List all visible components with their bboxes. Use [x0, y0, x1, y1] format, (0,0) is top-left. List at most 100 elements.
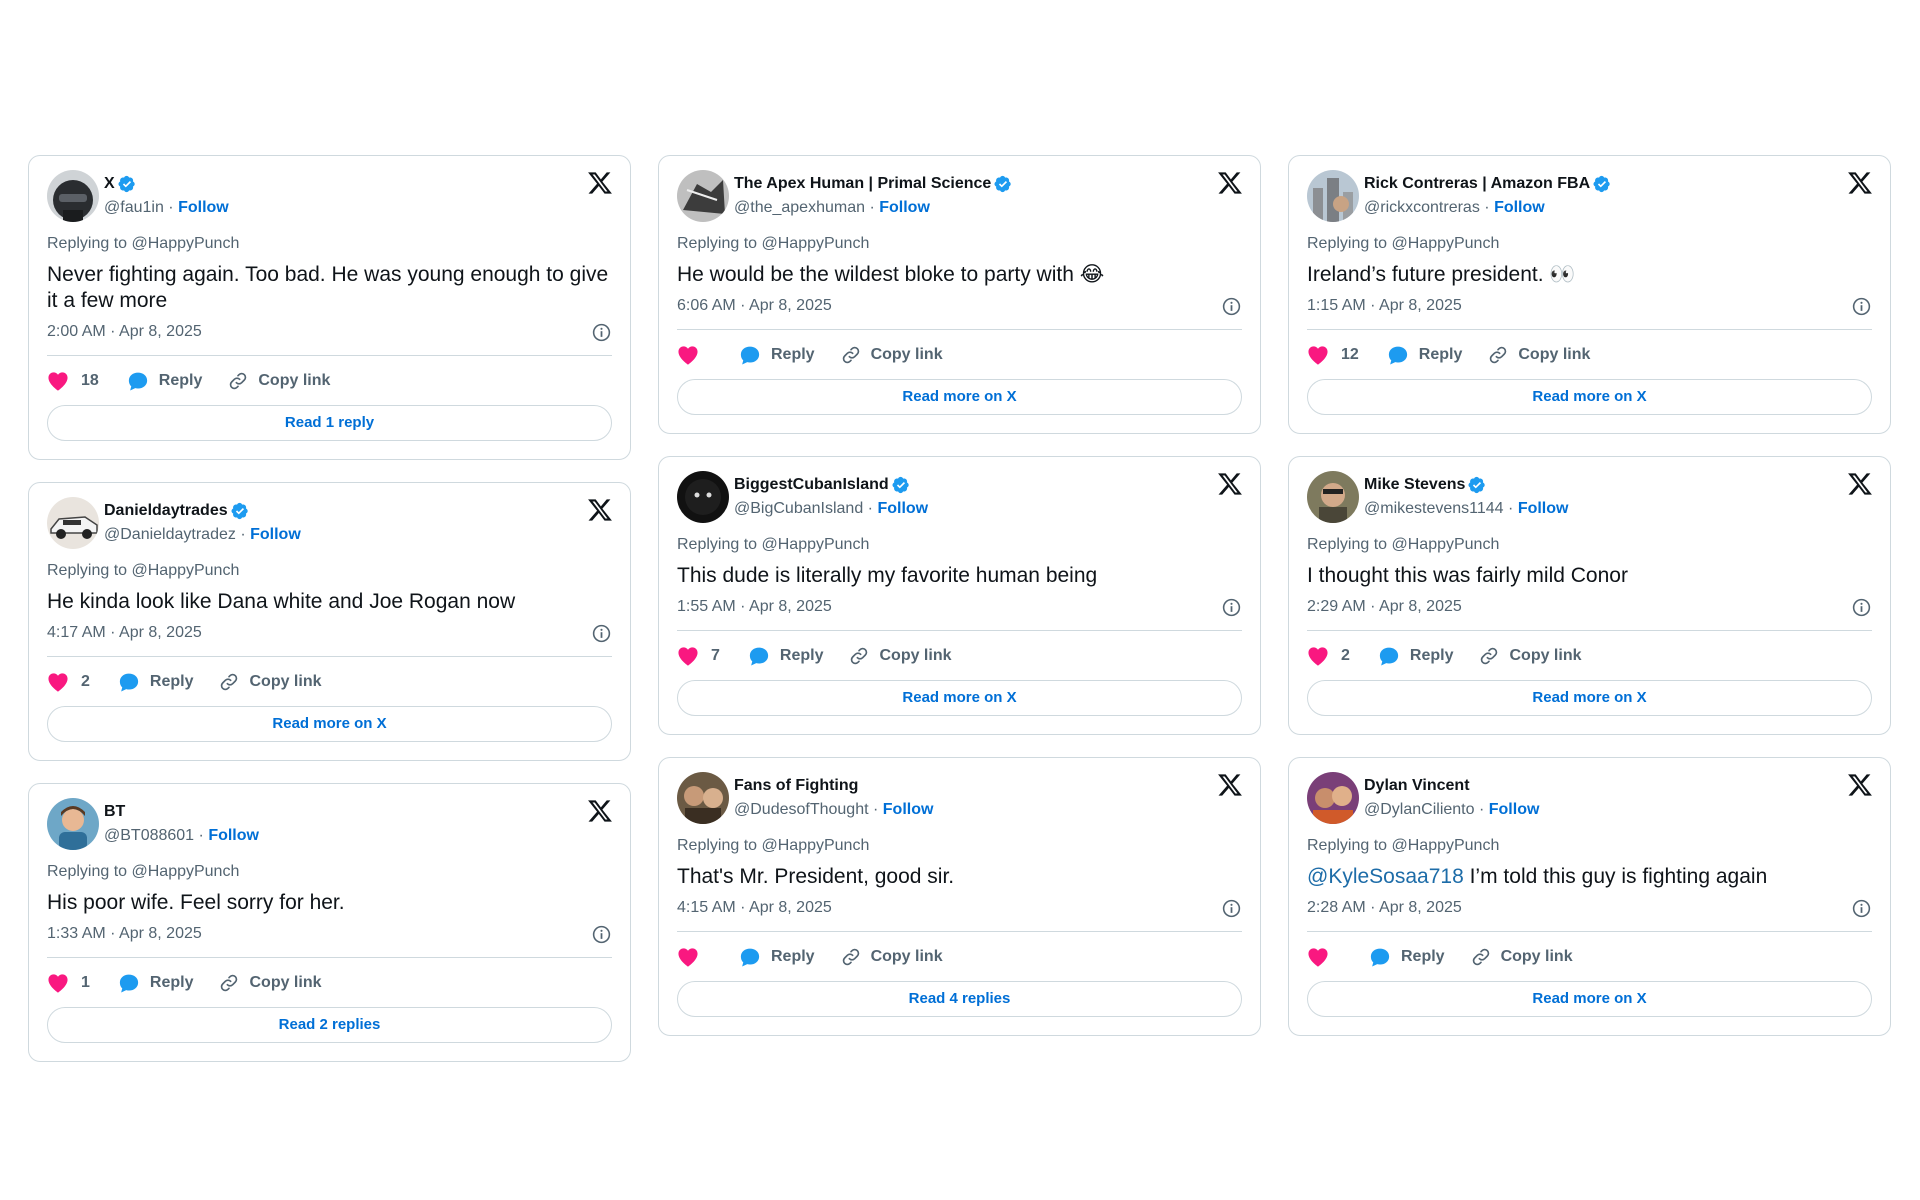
timestamp[interactable]: 2:00 AM · Apr 8, 2025 [47, 323, 202, 341]
info-icon[interactable] [1221, 296, 1242, 317]
like-button[interactable]: 1 [47, 973, 90, 993]
read-more-button[interactable]: Read more on X [677, 379, 1242, 415]
timestamp[interactable]: 4:17 AM · Apr 8, 2025 [47, 624, 202, 642]
copy-link-button[interactable]: Copy link [219, 973, 322, 993]
copy-link-button[interactable]: Copy link [841, 345, 943, 365]
tweet-card[interactable]: BT @BT088601 · Follow Replying to @Happy… [28, 783, 631, 1062]
author-name[interactable]: BT [104, 803, 125, 821]
author-name[interactable]: Danieldaytrades [104, 502, 228, 520]
avatar[interactable] [1307, 771, 1359, 824]
author-handle[interactable]: @the_apexhuman [734, 199, 865, 216]
info-icon[interactable] [1851, 296, 1872, 317]
info-icon[interactable] [1221, 597, 1242, 618]
reply-button[interactable]: Reply [127, 371, 202, 392]
author-name[interactable]: Mike Stevens [1364, 476, 1465, 494]
follow-button[interactable]: Follow [1494, 199, 1545, 216]
author-handle[interactable]: @BigCubanIsland [734, 500, 863, 517]
tweet-card[interactable]: Fans of Fighting @DudesofThought · Follo… [658, 757, 1261, 1036]
tweet-card[interactable]: Dylan Vincent @DylanCiliento · Follow Re… [1288, 757, 1891, 1036]
author-name[interactable]: BiggestCubanIsland [734, 476, 889, 494]
read-more-button[interactable]: Read more on X [677, 680, 1242, 716]
info-icon[interactable] [591, 623, 612, 644]
like-button[interactable]: 12 [1307, 345, 1359, 365]
timestamp[interactable]: 1:55 AM · Apr 8, 2025 [677, 598, 832, 616]
author-name[interactable]: Dylan Vincent [1364, 777, 1470, 795]
read-more-button[interactable]: Read 4 replies [677, 981, 1242, 1017]
reply-button[interactable]: Reply [1387, 345, 1462, 366]
x-logo-icon[interactable] [587, 798, 613, 824]
info-icon[interactable] [591, 924, 612, 945]
reply-button[interactable]: Reply [739, 947, 815, 968]
timestamp[interactable]: 1:33 AM · Apr 8, 2025 [47, 925, 202, 943]
info-icon[interactable] [591, 322, 612, 343]
follow-button[interactable]: Follow [208, 827, 259, 844]
avatar[interactable] [677, 771, 729, 824]
reply-button[interactable]: Reply [748, 646, 823, 667]
avatar[interactable] [677, 470, 729, 523]
copy-link-button[interactable]: Copy link [228, 371, 330, 391]
x-logo-icon[interactable] [1847, 772, 1873, 798]
mention-link[interactable]: @KyleSosaa718 [1307, 865, 1464, 888]
copy-link-button[interactable]: Copy link [1479, 646, 1582, 666]
author-handle[interactable]: @Danieldaytradez [104, 526, 236, 543]
read-more-button[interactable]: Read more on X [1307, 981, 1872, 1017]
author-name[interactable]: The Apex Human | Primal Science [734, 175, 991, 193]
info-icon[interactable] [1851, 597, 1872, 618]
author-handle[interactable]: @DudesofThought [734, 801, 869, 818]
timestamp[interactable]: 4:15 AM · Apr 8, 2025 [677, 899, 832, 917]
author-name[interactable]: Fans of Fighting [734, 777, 858, 795]
avatar[interactable] [47, 169, 99, 222]
x-logo-icon[interactable] [1847, 471, 1873, 497]
tweet-card[interactable]: X @fau1in · Follow Replying to @HappyPun… [28, 155, 631, 460]
timestamp[interactable]: 2:29 AM · Apr 8, 2025 [1307, 598, 1462, 616]
like-button[interactable]: 18 [47, 371, 99, 391]
info-icon[interactable] [1851, 898, 1872, 919]
reply-button[interactable]: Reply [118, 973, 193, 994]
tweet-card[interactable]: The Apex Human | Primal Science @the_ape… [658, 155, 1261, 434]
like-button[interactable]: 7 [677, 646, 720, 666]
author-name[interactable]: X [104, 175, 115, 193]
info-icon[interactable] [1221, 898, 1242, 919]
like-button[interactable] [677, 947, 711, 967]
x-logo-icon[interactable] [1217, 772, 1243, 798]
author-handle[interactable]: @DylanCiliento [1364, 801, 1475, 818]
like-button[interactable] [1307, 947, 1341, 967]
read-more-button[interactable]: Read more on X [1307, 680, 1872, 716]
avatar[interactable] [47, 496, 99, 549]
follow-button[interactable]: Follow [250, 526, 301, 543]
copy-link-button[interactable]: Copy link [219, 672, 322, 692]
read-more-button[interactable]: Read more on X [1307, 379, 1872, 415]
like-button[interactable] [677, 345, 711, 365]
read-more-button[interactable]: Read 1 reply [47, 405, 612, 441]
copy-link-button[interactable]: Copy link [1488, 345, 1590, 365]
timestamp[interactable]: 6:06 AM · Apr 8, 2025 [677, 297, 832, 315]
x-logo-icon[interactable] [1217, 170, 1243, 196]
author-name[interactable]: Rick Contreras | Amazon FBA [1364, 175, 1590, 193]
like-button[interactable]: 2 [47, 672, 90, 692]
x-logo-icon[interactable] [587, 170, 613, 196]
author-handle[interactable]: @rickxcontreras [1364, 199, 1480, 216]
author-handle[interactable]: @mikestevens1144 [1364, 500, 1504, 517]
avatar[interactable] [1307, 470, 1359, 523]
reply-button[interactable]: Reply [118, 672, 193, 693]
author-handle[interactable]: @fau1in [104, 199, 164, 216]
author-handle[interactable]: @BT088601 [104, 827, 194, 844]
follow-button[interactable]: Follow [1518, 500, 1569, 517]
reply-button[interactable]: Reply [1378, 646, 1453, 667]
x-logo-icon[interactable] [1847, 170, 1873, 196]
x-logo-icon[interactable] [587, 497, 613, 523]
timestamp[interactable]: 1:15 AM · Apr 8, 2025 [1307, 297, 1462, 315]
avatar[interactable] [47, 797, 99, 850]
tweet-card[interactable]: Danieldaytrades @Danieldaytradez · Follo… [28, 482, 631, 761]
tweet-card[interactable]: BiggestCubanIsland @BigCubanIsland · Fol… [658, 456, 1261, 735]
avatar[interactable] [1307, 169, 1359, 222]
reply-button[interactable]: Reply [739, 345, 815, 366]
read-more-button[interactable]: Read more on X [47, 706, 612, 742]
read-more-button[interactable]: Read 2 replies [47, 1007, 612, 1043]
reply-button[interactable]: Reply [1369, 947, 1445, 968]
follow-button[interactable]: Follow [1489, 801, 1540, 818]
follow-button[interactable]: Follow [879, 199, 930, 216]
timestamp[interactable]: 2:28 AM · Apr 8, 2025 [1307, 899, 1462, 917]
follow-button[interactable]: Follow [877, 500, 928, 517]
copy-link-button[interactable]: Copy link [849, 646, 952, 666]
